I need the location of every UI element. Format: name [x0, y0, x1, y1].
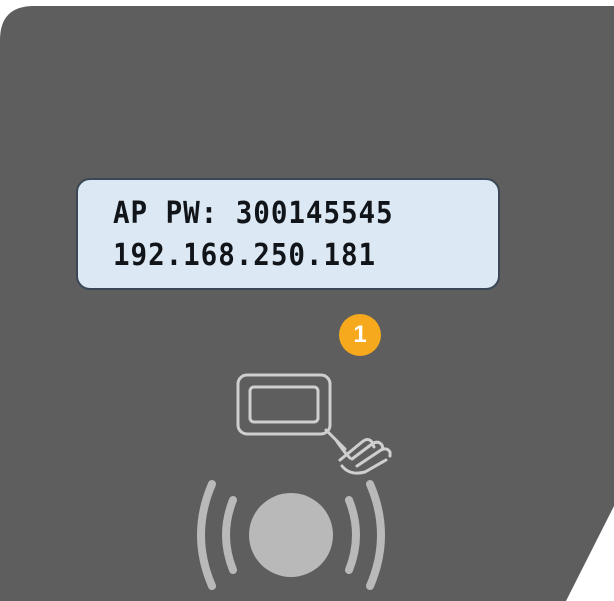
device-front: AP PW: 300145545 192.168.250.181 1: [0, 0, 614, 601]
nfc-reader-icon: [197, 480, 385, 590]
